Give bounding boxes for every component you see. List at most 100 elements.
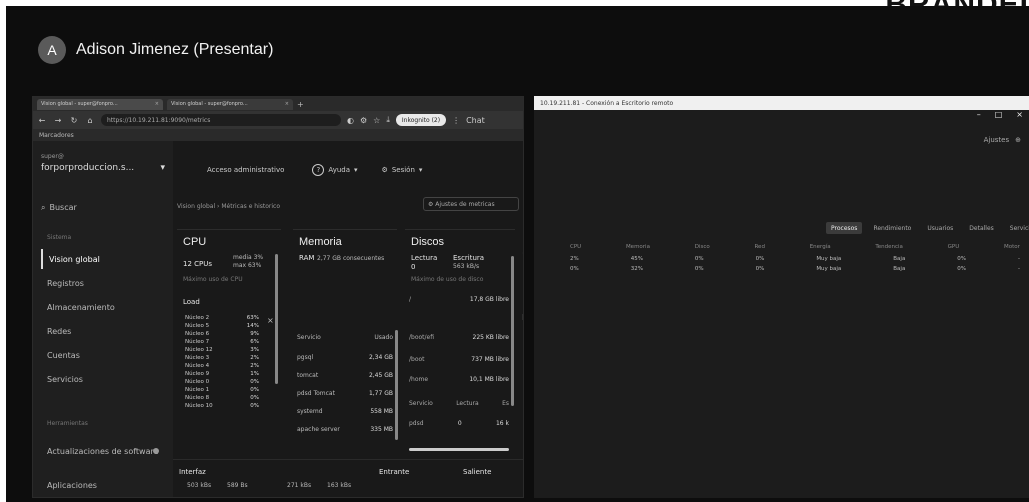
table-row[interactable]: tomcat 2,45 GB <box>297 372 393 379</box>
network-value: 503 kBs <box>187 482 212 489</box>
help-icon: ? <box>312 164 325 176</box>
scrollbar[interactable] <box>275 254 278 384</box>
help-menu[interactable]: ? Ayuda ▾ <box>312 164 358 176</box>
globe-icon[interactable]: ⊕ <box>1015 136 1021 144</box>
sidebar-item-aplicaciones[interactable]: Aplicaciones <box>41 475 165 495</box>
menu-icon[interactable]: ⋮ <box>452 116 460 125</box>
list-item: Núcleo 7 6% <box>185 339 259 345</box>
browser-tab[interactable]: Vision global - super@fonpro... × <box>37 98 163 110</box>
table-row[interactable]: 2% 45% 0% 0% Muy baja Baja 0% - <box>570 256 1020 262</box>
panel-icon[interactable]: ◨ <box>522 312 523 321</box>
sidebar-item-cuentas[interactable]: Cuentas <box>41 345 165 365</box>
table-row[interactable]: pdsd Tomcat 1,77 GB <box>297 390 393 397</box>
table-row[interactable]: systemd 558 MB <box>297 408 393 415</box>
incognito-badge[interactable]: Inkognito (2) <box>395 114 447 126</box>
remote-toolbar: Ajustes ⊕ <box>984 136 1021 144</box>
scrollbar[interactable] <box>511 256 514 406</box>
scrollbar[interactable] <box>409 448 509 451</box>
sidebar-item-registros[interactable]: Registros <box>41 273 165 293</box>
presenter-header: A Adison Jimenez (Presentar) <box>38 36 273 64</box>
breadcrumb[interactable]: Vision global › Métricas e historico <box>177 203 280 210</box>
tab-detalles[interactable]: Detalles <box>964 222 999 234</box>
network-out-header: Saliente <box>463 468 492 476</box>
home-icon[interactable]: ⌂ <box>85 116 95 125</box>
scrollbar[interactable] <box>395 330 398 440</box>
network-in-header: Entrante <box>379 468 410 476</box>
close-icon[interactable]: × <box>267 316 274 325</box>
table-header: CPU Memoria Disco Red Energía Tendencia GPU Mot… <box>570 244 1020 250</box>
menu-icon[interactable]: ≡ <box>523 269 524 278</box>
forward-icon[interactable]: → <box>53 116 63 125</box>
table-row[interactable]: apache server 335 MB <box>297 426 393 433</box>
window-controls: – □ × <box>977 110 1023 122</box>
list-item: Núcleo 8 0% <box>185 395 259 401</box>
extension-icon[interactable]: ⚙ <box>360 116 367 125</box>
list-item: Núcleo 4 2% <box>185 363 259 369</box>
bookmarks-label[interactable]: Marcadores <box>39 132 74 139</box>
memory-panel: Memoria RAM 2,77 GB consecuentes Servici… <box>293 229 398 455</box>
metrics-content: Acceso administrativo ? Ayuda ▾ ⚙ Sesión… <box>173 141 523 497</box>
sidebar-item-redes[interactable]: Redes <box>41 321 165 341</box>
sidebar-item-servicios[interactable]: Servicios <box>41 369 165 389</box>
disks-panel: Discos Lectura 0 Escritura 563 kB/s Máxi… <box>405 229 515 455</box>
tab-usuarios[interactable]: Usuarios <box>922 222 958 234</box>
new-tab-button[interactable]: + <box>297 100 304 109</box>
home-icon[interactable]: ⌂ <box>523 227 524 236</box>
cpu-count: 12 CPUs <box>183 260 213 268</box>
close-icon[interactable]: × <box>1016 110 1023 122</box>
extension-sidebar: ⌂ ◎ ≡ ⧉ ◨ <box>517 227 524 321</box>
table-row[interactable]: pdsd 0 16 k <box>409 420 509 427</box>
table-row[interactable]: pgsql 2,34 GB <box>297 354 393 361</box>
window-titlebar[interactable]: 10.19.211.81 - Conexión a Escritorio rem… <box>534 96 1029 110</box>
search-label: Buscar <box>49 203 77 212</box>
sidebar-item-vision-global[interactable]: Vision global <box>41 249 165 269</box>
close-icon[interactable]: × <box>155 101 159 107</box>
cpu-max: max 63% <box>233 262 262 269</box>
table-row[interactable]: 0% 32% 0% 0% Muy baja Baja 0% - <box>570 266 1020 272</box>
browser-tab[interactable]: Vision global - super@fonpro... × <box>167 98 293 110</box>
toolbar-label[interactable]: Ajustes <box>984 136 1010 144</box>
cpu-title: CPU <box>183 236 207 248</box>
tab-procesos[interactable]: Procesos <box>826 222 863 234</box>
metrics-settings-button[interactable]: ⚙ Ajustes de metricas <box>423 197 519 211</box>
list-item: /17,8 GB libre <box>409 296 509 303</box>
chevron-down-icon: ▾ <box>418 166 423 174</box>
task-manager-tabs: Procesos Rendimiento Usuarios Detalles S… <box>826 222 1029 234</box>
url-input[interactable]: https://10.19.211.81:9090/metrics <box>101 114 341 126</box>
list-item: Núcleo 9 1% <box>185 371 259 377</box>
tab-rendimiento[interactable]: Rendimiento <box>868 222 916 234</box>
target-icon[interactable]: ◎ <box>523 248 524 257</box>
download-icon[interactable]: ⤓ <box>386 115 390 125</box>
admin-access-button[interactable]: Acceso administrativo <box>207 166 284 174</box>
sidebar-item-almacenamiento[interactable]: Almacenamiento <box>41 297 165 317</box>
reload-icon[interactable]: ↻ <box>69 116 79 125</box>
host-select[interactable]: forporproduccion.s... <box>41 163 165 173</box>
network-value: 163 kBs <box>327 482 352 489</box>
session-menu[interactable]: ⚙ Sesión ▾ <box>382 166 423 174</box>
copy-icon[interactable]: ⧉ <box>523 290 524 300</box>
table-header: Servicio Usado <box>297 334 393 341</box>
search-input[interactable]: ⌕ Buscar <box>41 203 77 213</box>
minimize-icon[interactable]: – <box>977 110 981 122</box>
extension-icon[interactable]: ◐ <box>347 116 354 125</box>
maximize-icon[interactable]: □ <box>995 110 1003 122</box>
sidebar-item-actualizaciones[interactable]: Actualizaciones de software <box>41 441 165 461</box>
list-item: Núcleo 3 2% <box>185 355 259 361</box>
tab-label: Vision global - super@fonpro... <box>171 101 248 107</box>
back-icon[interactable]: ← <box>37 116 47 125</box>
tab-servicios[interactable]: Servicios <box>1005 222 1029 234</box>
shared-browser-window: Vision global - super@fonpro... × Vision… <box>32 96 524 498</box>
app-sidebar: super@ forporproduccion.s... ⌕ Buscar Si… <box>33 141 173 497</box>
write-value: 563 kB/s <box>453 263 480 270</box>
metrics-settings-label: Ajustes de metricas <box>435 200 495 208</box>
host-label: super@ <box>41 153 64 160</box>
disk-usage-note: Máximo de uso de disco <box>411 276 484 283</box>
cpu-usage-note: Máximo uso de CPU <box>183 276 243 283</box>
close-icon[interactable]: × <box>285 101 289 107</box>
sidebar-section-sistema: Sistema <box>47 233 72 241</box>
ram-label: RAM <box>299 254 315 262</box>
chat-button[interactable]: Chat <box>466 116 485 125</box>
bookmarks-bar: Marcadores <box>33 129 523 141</box>
star-icon[interactable]: ☆ <box>373 116 380 125</box>
gear-icon: ⚙ <box>428 200 436 208</box>
